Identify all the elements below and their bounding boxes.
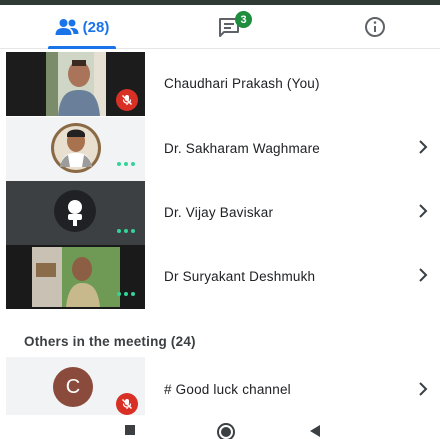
- more-dots-icon: [117, 292, 135, 296]
- avatar-letter: C: [65, 375, 81, 398]
- people-icon: [55, 19, 79, 35]
- chevron-right-icon[interactable]: [418, 381, 428, 397]
- participant-name: Chaudhari Prakash (You): [164, 76, 320, 91]
- chevron-right-icon[interactable]: [418, 203, 428, 219]
- nav-home-icon[interactable]: [216, 422, 236, 439]
- tab-chat[interactable]: 3: [200, 5, 260, 49]
- participant-video-tile: [6, 245, 145, 309]
- meeting-participants-screen: (28) 3 Chaudhari Prakash (You) Dr. Sakha…: [0, 0, 440, 439]
- mic-off-icon: [116, 89, 138, 111]
- tab-info[interactable]: [350, 5, 400, 49]
- system-nav-bar: [0, 418, 440, 439]
- participant-name: Dr. Sakharam Waghmare: [164, 141, 321, 156]
- participant-row[interactable]: Dr Suryakant Deshmukh: [0, 245, 440, 309]
- participant-video-tile: [6, 117, 145, 181]
- chevron-right-icon[interactable]: [418, 139, 428, 155]
- person-placeholder-icon: [54, 190, 96, 232]
- people-count: (28): [82, 18, 110, 36]
- avatar: C: [53, 367, 93, 407]
- participant-row[interactable]: Chaudhari Prakash (You): [0, 52, 440, 116]
- info-icon: [365, 17, 385, 37]
- more-dots-icon: [117, 229, 135, 233]
- nav-back-icon[interactable]: [308, 424, 322, 438]
- participant-video-tile: [6, 181, 145, 245]
- participant-name: # Good luck channel: [164, 382, 291, 397]
- participant-row[interactable]: C # Good luck channel: [0, 357, 440, 415]
- participant-row[interactable]: Dr. Sakharam Waghmare: [0, 117, 440, 181]
- mic-off-icon: [116, 393, 138, 415]
- tab-people[interactable]: (28): [40, 5, 124, 49]
- avatar: [51, 123, 101, 173]
- participant-avatar-tile: C: [6, 357, 145, 415]
- participant-video-tile: [6, 52, 145, 116]
- nav-recents-icon[interactable]: [124, 424, 136, 436]
- more-dots-icon: [117, 162, 135, 166]
- participant-name: Dr. Vijay Baviskar: [164, 205, 274, 220]
- participant-row[interactable]: Dr. Vijay Baviskar: [0, 181, 440, 245]
- participants-tab-bar: (28) 3: [0, 5, 440, 49]
- participant-video-frame: [6, 245, 145, 309]
- participant-name: Dr Suryakant Deshmukh: [164, 269, 316, 284]
- others-section-title: Others in the meeting (24): [24, 334, 196, 349]
- chevron-right-icon[interactable]: [418, 267, 428, 283]
- chat-unread-badge: 3: [235, 11, 252, 28]
- active-tab-indicator: [48, 46, 116, 49]
